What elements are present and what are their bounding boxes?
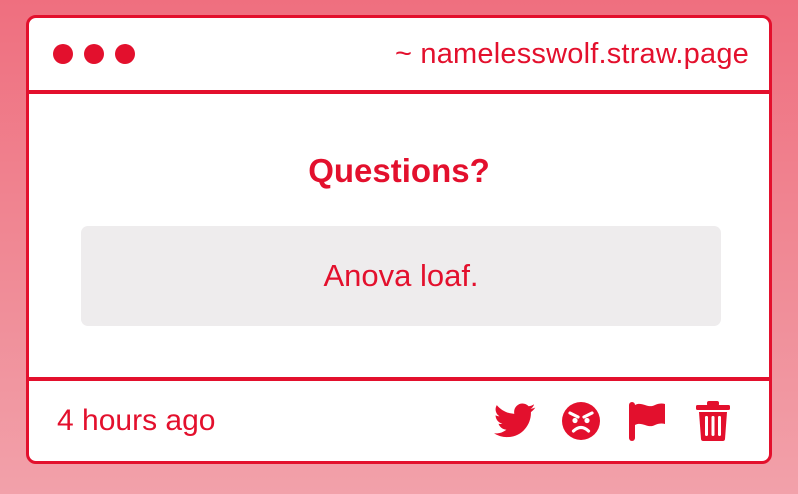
- share-twitter-button[interactable]: [493, 399, 537, 443]
- card-footer: 4 hours ago: [29, 377, 769, 461]
- angry-face-icon: [562, 402, 600, 440]
- window-dots: [53, 44, 135, 64]
- window-dot-icon: [84, 44, 104, 64]
- answer-box: Anova loaf.: [81, 226, 721, 326]
- timestamp: 4 hours ago: [57, 404, 216, 437]
- site-address[interactable]: ~ namelesswolf.straw.page: [395, 38, 749, 71]
- report-button[interactable]: [625, 399, 669, 443]
- flag-icon: [629, 402, 665, 441]
- question-content: Questions? Anova loaf.: [29, 94, 769, 380]
- delete-button[interactable]: [691, 399, 735, 443]
- window-titlebar: ~ namelesswolf.straw.page: [29, 18, 769, 94]
- twitter-icon: [494, 403, 536, 438]
- react-angry-button[interactable]: [559, 399, 603, 443]
- window-dot-icon: [115, 44, 135, 64]
- action-icons: [493, 399, 735, 443]
- answer-text: Anova loaf.: [323, 258, 479, 293]
- question-card: ~ namelesswolf.straw.page Questions? Ano…: [26, 15, 772, 464]
- trash-icon: [696, 401, 730, 441]
- question-title: Questions?: [308, 152, 490, 189]
- window-dot-icon: [53, 44, 73, 64]
